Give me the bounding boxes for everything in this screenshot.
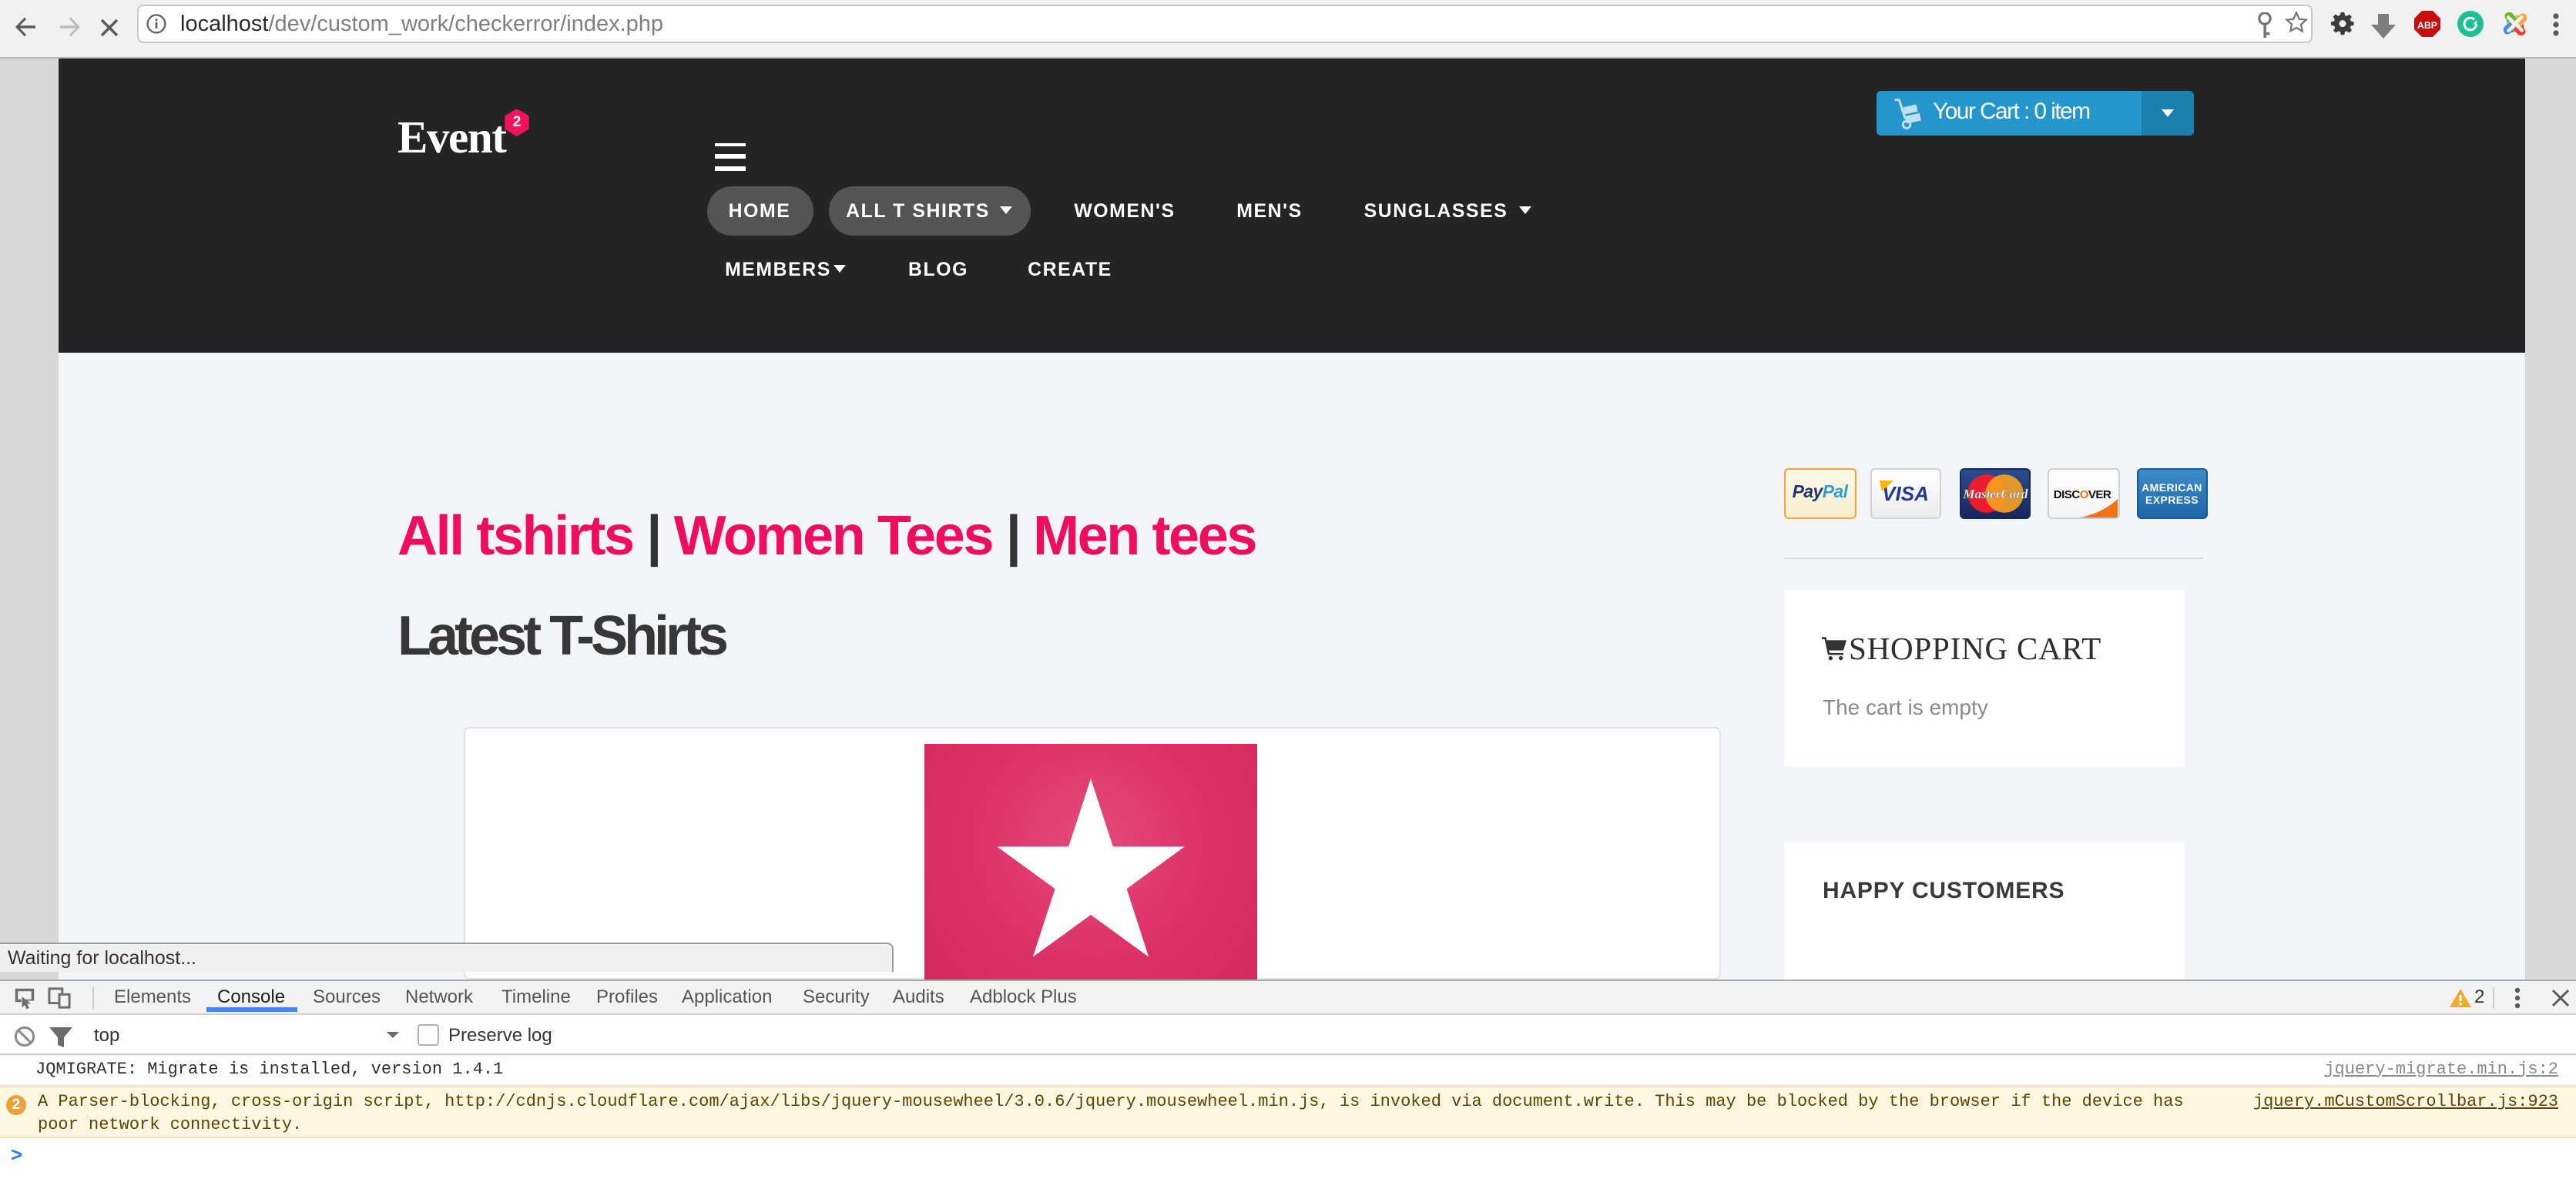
svg-text:DISCOVER: DISCOVER (2054, 488, 2111, 501)
svg-text:ABP: ABP (2417, 20, 2437, 31)
svg-text:MasterCard: MasterCard (1961, 487, 2028, 501)
